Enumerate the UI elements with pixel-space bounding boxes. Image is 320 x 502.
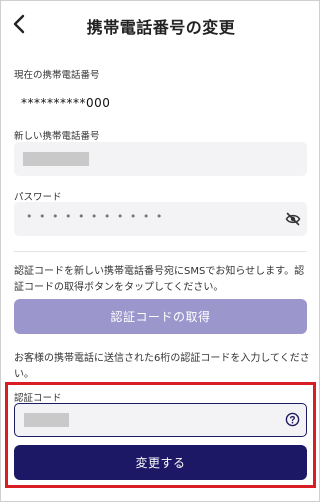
app-screen: 携帯電話番号の変更 現在の携帯電話番号 **********000 新しい携帯電… <box>0 0 320 502</box>
new-phone-input[interactable] <box>14 142 307 176</box>
masked-value <box>23 152 89 166</box>
password-label: パスワード <box>14 192 62 203</box>
current-phone-label: 現在の携帯電話番号 <box>14 70 100 81</box>
masked-value <box>24 413 69 427</box>
code-label: 認証コード <box>14 393 62 404</box>
sms-note: 認証コードを新しい携帯電話番号宛にSMSでお知らせします。認証コードの取得ボタン… <box>14 266 305 293</box>
divider <box>14 251 307 252</box>
submit-button[interactable]: 変更する <box>14 445 307 480</box>
eye-off-icon[interactable] <box>285 211 301 227</box>
password-dots: • • • • • • • • • • • <box>26 210 164 223</box>
current-phone-value: **********000 <box>21 96 111 110</box>
request-code-button[interactable]: 認証コードの取得 <box>14 299 307 334</box>
code-input[interactable] <box>14 403 307 437</box>
page-title: 携帯電話番号の変更 <box>86 18 236 37</box>
question-circle-icon[interactable] <box>285 412 300 427</box>
new-phone-label: 新しい携帯電話番号 <box>14 131 100 142</box>
password-input[interactable]: • • • • • • • • • • • <box>14 202 307 236</box>
header: 携帯電話番号の変更 <box>1 1 320 49</box>
code-note: お客様の携帯電話に送信された6桁の認証コードを入力してください。 <box>14 353 310 380</box>
